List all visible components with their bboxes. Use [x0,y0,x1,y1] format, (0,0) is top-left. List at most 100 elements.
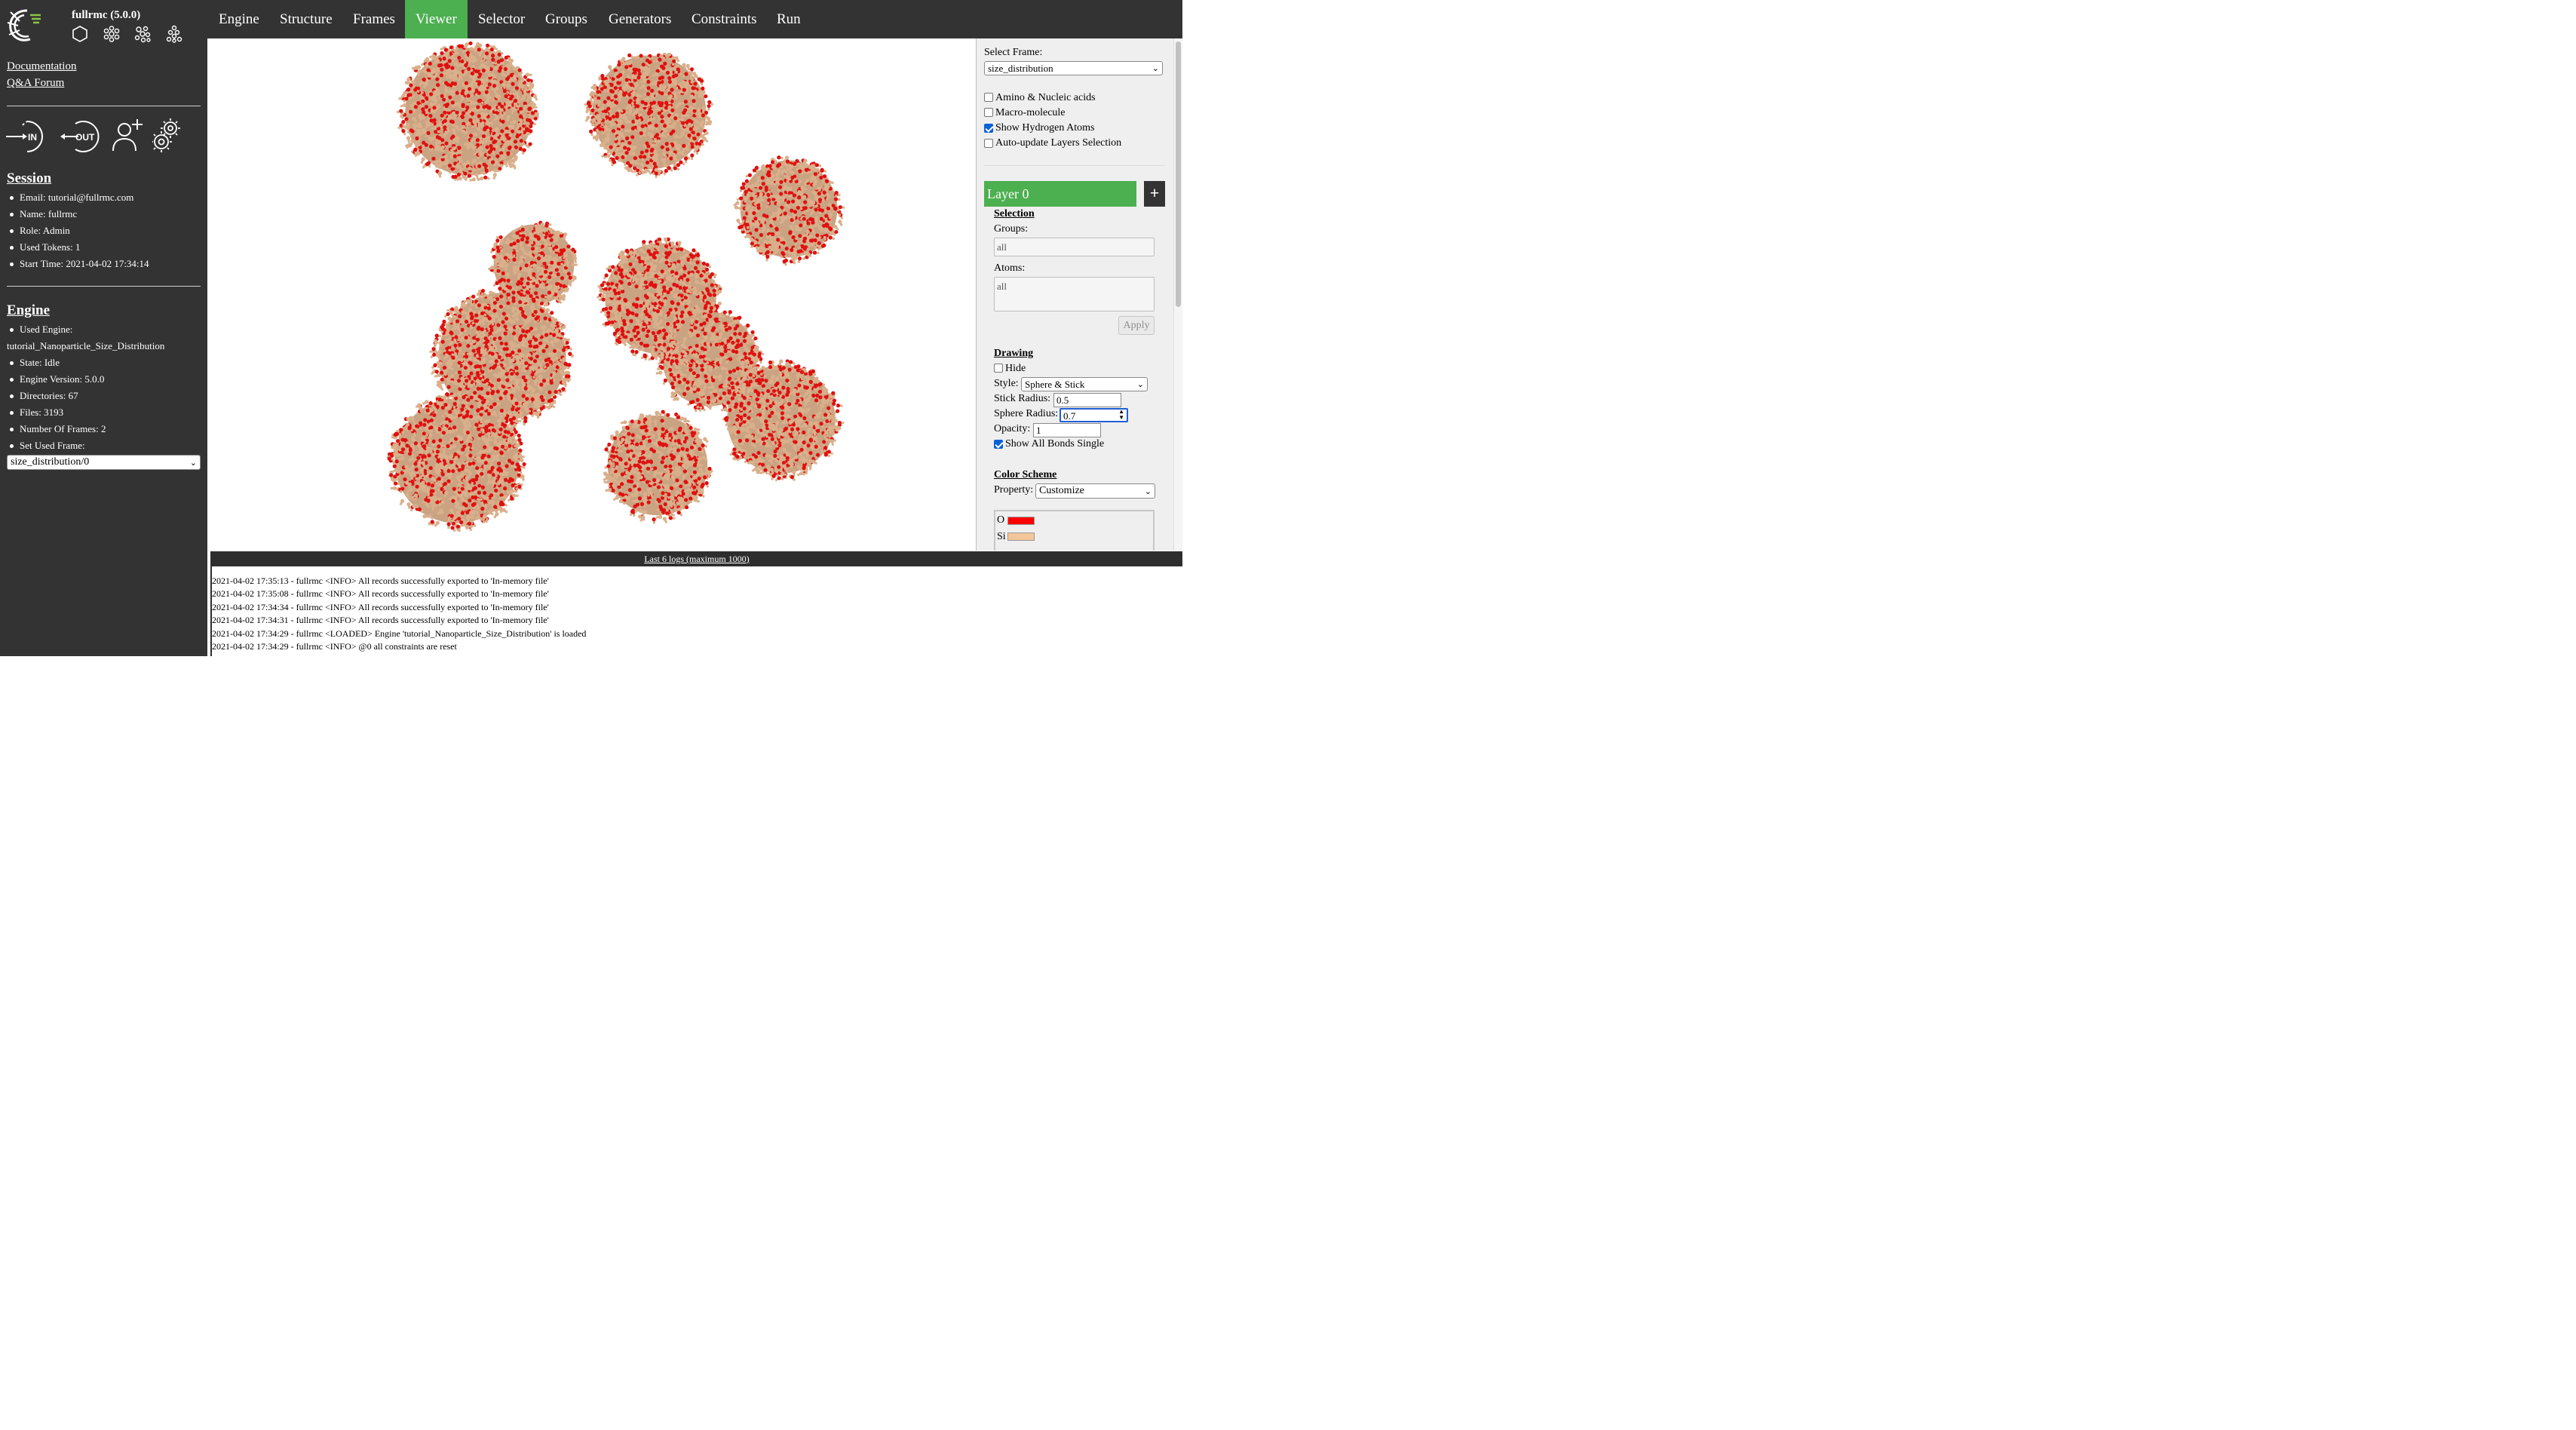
logs-header: Last 6 logs (maximum 1000) [211,551,1182,566]
hide-label: Hide [1005,363,1026,374]
chevron-down-icon: ⌄ [1152,64,1159,73]
frame-select[interactable]: size_distribution ⌄ [984,61,1163,75]
session-info-list: Email: tutorial@fullrmc.com Name: fullrm… [7,189,203,272]
legend-row-si: Si [997,531,1006,543]
divider [7,286,201,287]
session-title: Session [7,170,52,186]
layer-header[interactable]: Layer 0 [984,181,1136,207]
flower-molecule-icon[interactable] [103,25,121,43]
show-all-bonds-checkbox[interactable] [994,440,1003,449]
out-label: OUT [75,132,95,143]
log-line: 2021-04-02 17:34:29 - fullrmc <INFO> @0 … [212,640,457,652]
used-engine-value: tutorial_Nanoparticle_Size_Distribution [7,340,165,351]
nanoparticle[interactable] [396,41,540,182]
spinner-arrows-icon[interactable]: ▲ ▼ [1118,409,1124,421]
chevron-down-icon: ⌄ [1144,487,1152,496]
nanoparticles-render[interactable] [208,38,974,551]
tab-structure[interactable]: Structure [269,0,343,38]
fullrmc-logo-icon[interactable] [5,6,44,45]
cluster-small-molecule-icon[interactable] [165,25,183,43]
property-label: Property: [994,484,1034,496]
log-line: 2021-04-02 17:34:31 - fullrmc <INFO> All… [212,615,549,626]
atoms-textarea[interactable]: all [994,277,1155,311]
add-layer-button[interactable]: + [1144,181,1165,207]
list-item: Role: Admin [7,222,203,239]
qa-forum-link[interactable]: Q&A Forum [7,77,64,90]
element-label: Si [997,531,1006,542]
color-scheme-title: Color Scheme [994,469,1057,480]
sphere-radius-input[interactable]: 0.7 ▲ ▼ [1060,408,1128,422]
chevron-down-icon: ⌄ [189,459,197,468]
list-item: Files: 3193 [7,404,203,421]
tab-run[interactable]: Run [766,0,811,38]
molecular-viewer-canvas[interactable] [208,38,974,551]
tab-engine[interactable]: Engine [208,0,270,38]
color-swatch-o[interactable] [1007,517,1035,525]
tab-generators[interactable]: Generators [598,0,682,38]
tab-viewer[interactable]: Viewer [405,0,468,38]
list-item: Engine Version: 5.0.0 [7,371,203,388]
hexagon-icon[interactable] [71,25,89,43]
property-select[interactable]: Customize ⌄ [1035,483,1155,499]
login-in-icon[interactable]: IN [6,118,51,155]
list-item: Directories: 67 [7,388,203,404]
legend-row-o: O [997,514,1004,526]
engine-title: Engine [7,302,51,318]
groups-textarea[interactable]: all [994,238,1155,256]
show-hydrogen-label: Show Hydrogen Atoms [995,122,1095,133]
list-item: Used Engine: [7,321,203,338]
nanoparticle[interactable] [603,410,713,524]
auto-update-checkbox[interactable] [984,139,993,148]
list-item: Start Time: 2021-04-02 17:34:14 [7,256,203,272]
sidebar: fullrmc (5.0.0) Documentation Q&A Forum … [0,0,207,656]
amino-nucleic-checkbox[interactable] [984,93,993,102]
list-item: Used Tokens: 1 [7,239,203,256]
list-item: Number Of Frames: 2 [7,421,203,437]
cluster-molecule-icon[interactable] [133,25,152,43]
logout-out-icon[interactable]: OUT [59,118,103,155]
apply-button[interactable]: Apply [1118,316,1155,335]
element-label: O [997,514,1005,526]
list-item: State: Idle [7,354,203,371]
style-label: Style: [994,378,1019,389]
divider [984,165,1165,166]
logs-header-link[interactable]: Last 6 logs (maximum 1000) [644,554,749,564]
tab-frames[interactable]: Frames [342,0,406,38]
nanoparticle[interactable] [733,155,845,266]
log-line: 2021-04-02 17:35:08 - fullrmc <INFO> All… [212,588,549,600]
list-item: Email: tutorial@fullrmc.com [7,189,203,206]
selection-title: Selection [994,208,1035,219]
log-line: 2021-04-02 17:35:13 - fullrmc <INFO> All… [212,575,549,586]
macro-molecule-label: Macro-molecule [995,107,1066,118]
macro-molecule-checkbox[interactable] [984,108,993,117]
groups-label: Groups: [994,223,1029,235]
used-frame-select[interactable]: size_distribution/0 ⌄ [7,455,201,470]
show-hydrogen-checkbox[interactable] [984,124,993,133]
scrollbar-thumb[interactable] [1176,41,1181,307]
app-title: fullrmc (5.0.0) [72,9,141,21]
gear-icon[interactable] [152,118,182,155]
hide-checkbox[interactable] [994,364,1003,373]
nanoparticle[interactable] [386,392,526,532]
add-user-icon[interactable] [111,118,144,155]
opacity-label: Opacity: [994,423,1031,434]
opacity-input[interactable]: 1 [1033,423,1101,437]
logs-list: 2021-04-02 17:35:13 - fullrmc <INFO> All… [212,575,1177,653]
documentation-link[interactable]: Documentation [7,60,76,73]
stick-radius-label: Stick Radius: [994,393,1051,404]
stick-radius-input[interactable]: 0.5 [1053,393,1121,407]
nanoparticle[interactable] [584,52,714,179]
viewer-settings-panel: Select Frame: size_distribution ⌄ Amino &… [976,38,1173,551]
in-label: IN [28,132,37,143]
color-legend: O Si [994,510,1155,551]
engine-info-list: Used Engine: tutorial_Nanoparticle_Size_… [7,321,203,454]
tab-selector[interactable]: Selector [468,0,535,38]
color-swatch-si[interactable] [1007,532,1035,541]
atoms-label: Atoms: [994,262,1026,274]
show-all-bonds-label: Show All Bonds Single [1005,438,1105,450]
tab-constraints[interactable]: Constraints [681,0,768,38]
list-item: Name: fullrmc [7,206,203,222]
style-select[interactable]: Sphere & Stick ⌄ [1021,377,1148,391]
tab-groups[interactable]: Groups [535,0,598,38]
panel-scrollbar[interactable] [1173,38,1182,551]
